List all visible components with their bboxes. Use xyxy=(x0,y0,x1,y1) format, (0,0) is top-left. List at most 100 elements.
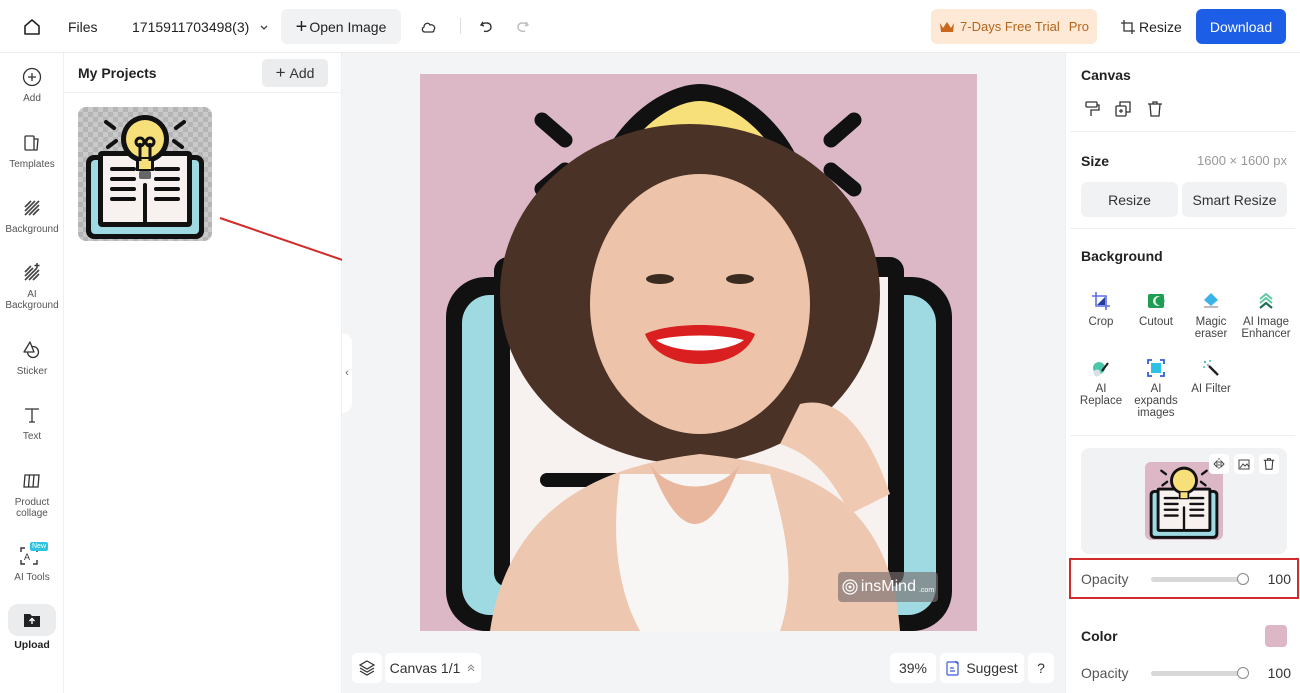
divider xyxy=(1070,435,1295,436)
enhancer-icon xyxy=(1259,292,1273,309)
tool-label: AI Replace xyxy=(1079,383,1123,407)
cutout-icon xyxy=(1148,294,1165,308)
help-button[interactable]: ? xyxy=(1028,653,1054,683)
home-icon xyxy=(24,18,40,35)
text-icon xyxy=(25,408,39,423)
redo-button[interactable] xyxy=(513,0,531,53)
download-button[interactable]: Download xyxy=(1196,9,1286,44)
upload-folder-icon xyxy=(24,614,40,627)
trash-icon xyxy=(1148,101,1162,117)
cloud-save-button[interactable] xyxy=(420,0,438,53)
nav-label: Product collage xyxy=(14,497,50,519)
color-section-title: Color xyxy=(1081,628,1118,644)
undo-button[interactable] xyxy=(478,0,496,53)
divider xyxy=(1070,228,1295,229)
chevron-left-icon: ‹ xyxy=(345,367,349,379)
top-bar: Files 1715911703498(3) + Open Image 7-Da… xyxy=(0,0,1300,53)
svg-text:A: A xyxy=(24,552,30,562)
watermark: insMind .com xyxy=(838,572,938,602)
canvas-pages-button[interactable]: Canvas 1/1 xyxy=(385,653,481,683)
layer-opacity-label: Opacity xyxy=(1081,571,1129,587)
nav-label: AI Background xyxy=(5,289,59,311)
projects-title: My Projects xyxy=(78,65,157,81)
canvas-section-title: Canvas xyxy=(1081,67,1131,83)
design-canvas[interactable]: insMind .com xyxy=(420,74,977,631)
canvas-workspace: ‹ insMind .com Canvas 1/1 39% Suggest ? xyxy=(342,53,1065,693)
tool-magic-eraser[interactable]: Magic eraser xyxy=(1182,292,1240,340)
nav-label: AI Tools xyxy=(14,572,50,583)
undo-icon xyxy=(479,21,492,32)
suggest-button[interactable]: Suggest xyxy=(940,653,1024,683)
add-project-button[interactable]: + Add xyxy=(262,59,328,87)
plus-circle-icon xyxy=(22,67,42,87)
divider xyxy=(460,18,461,34)
nav-text[interactable]: Text xyxy=(0,405,64,442)
nav-ai-background[interactable]: AI Background xyxy=(0,263,64,311)
chevron-down-icon xyxy=(260,25,268,30)
color-opacity-slider-handle[interactable] xyxy=(1237,667,1249,679)
projects-header: My Projects + Add xyxy=(64,53,342,93)
layer-opacity-slider-handle[interactable] xyxy=(1237,573,1249,585)
nav-label: Add xyxy=(23,93,41,104)
ai-hatch-icon xyxy=(24,263,40,281)
tool-label: Cutout xyxy=(1139,316,1173,328)
tool-label: Magic eraser xyxy=(1194,316,1228,340)
filename-dropdown[interactable]: 1715911703498(3) xyxy=(132,0,269,53)
nav-ai-tools[interactable]: A New AI Tools xyxy=(0,542,64,583)
flip-layer-button[interactable] xyxy=(1209,454,1229,474)
open-image-button[interactable]: + Open Image xyxy=(281,9,401,44)
nav-upload-label: Upload xyxy=(14,639,50,651)
layer-preview-card[interactable] xyxy=(1081,448,1287,554)
files-menu[interactable]: Files xyxy=(68,0,98,53)
background-section-title: Background xyxy=(1081,248,1163,264)
resize-label: Resize xyxy=(1139,18,1182,35)
tool-cutout[interactable]: Cutout xyxy=(1127,292,1185,328)
collapse-panel-button[interactable]: ‹ xyxy=(342,333,352,413)
paint-roller-button[interactable] xyxy=(1084,101,1100,122)
tool-ai-expand[interactable]: AI expands images xyxy=(1127,359,1185,419)
tool-label: Crop xyxy=(1088,316,1114,328)
color-opacity-slider[interactable] xyxy=(1151,671,1243,676)
color-swatch[interactable] xyxy=(1265,625,1287,647)
canvas-resize-button[interactable]: Resize xyxy=(1081,182,1178,217)
size-label: Size xyxy=(1081,153,1110,169)
smart-resize-button[interactable]: Smart Resize xyxy=(1182,182,1287,217)
nav-templates[interactable]: Templates xyxy=(0,133,64,170)
free-trial-button[interactable]: 7-Days Free Trial Pro xyxy=(931,9,1097,44)
nav-label: Sticker xyxy=(16,366,48,377)
trash-icon xyxy=(1263,458,1275,470)
replace-image-button[interactable] xyxy=(1234,454,1254,474)
ai-replace-icon xyxy=(1093,362,1109,377)
home-button[interactable] xyxy=(22,0,42,53)
chevron-up-double-icon xyxy=(468,664,475,672)
nav-sticker[interactable]: Sticker xyxy=(0,340,64,377)
duplicate-canvas-button[interactable] xyxy=(1115,101,1131,122)
nav-upload-button[interactable] xyxy=(8,604,56,636)
nav-background[interactable]: Background xyxy=(0,198,64,235)
delete-layer-button[interactable] xyxy=(1259,454,1279,474)
canvas-artwork xyxy=(446,84,952,631)
resize-button[interactable]: Resize xyxy=(1121,0,1182,53)
layers-button[interactable] xyxy=(352,653,382,683)
tool-crop[interactable]: Crop xyxy=(1072,292,1130,328)
insmind-logo-icon xyxy=(842,579,858,595)
suggest-label: Suggest xyxy=(966,660,1018,676)
cloud-icon xyxy=(421,22,436,33)
nav-product-collage[interactable]: Product collage xyxy=(0,471,64,519)
layer-opacity-row: Opacity 100 xyxy=(1081,569,1291,589)
divider xyxy=(1070,131,1295,132)
tool-ai-filter[interactable]: AI Filter xyxy=(1182,359,1240,395)
delete-canvas-button[interactable] xyxy=(1147,101,1163,122)
nav-label: Background xyxy=(5,224,59,235)
properties-panel: Canvas Size 1600 × 1600 px Resize Smart … xyxy=(1065,53,1300,693)
tool-ai-image-enhancer[interactable]: AI Image Enhancer xyxy=(1237,292,1295,340)
layer-opacity-slider[interactable] xyxy=(1151,577,1243,582)
watermark-text: insMind xyxy=(860,578,916,595)
projects-panel: My Projects + Add xyxy=(64,53,342,693)
nav-add[interactable]: Add xyxy=(0,67,64,104)
zoom-level-button[interactable]: 39% xyxy=(890,653,936,683)
redo-icon xyxy=(517,21,530,32)
tool-ai-replace[interactable]: AI Replace xyxy=(1072,359,1130,407)
paint-roller-icon xyxy=(1085,101,1100,116)
pro-badge: Pro xyxy=(1068,19,1089,34)
